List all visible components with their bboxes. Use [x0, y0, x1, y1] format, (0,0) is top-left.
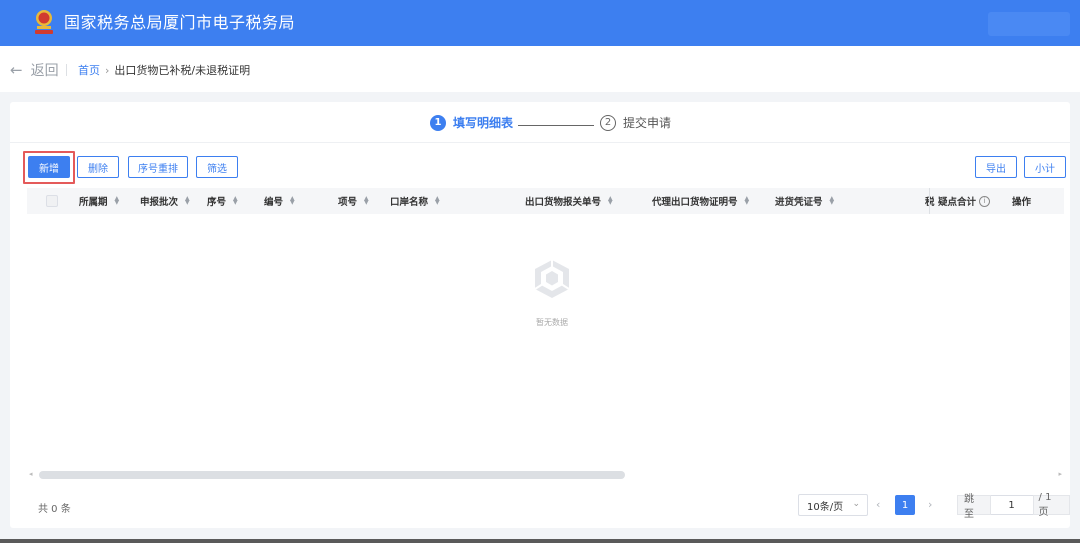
sort-icon[interactable]: ▲ ▼	[608, 196, 613, 206]
delete-button[interactable]: 删除	[77, 156, 119, 178]
step-fill-details: 1 填写明细表	[430, 114, 513, 131]
sort-icon[interactable]: ▲ ▼	[185, 196, 190, 206]
sort-icon[interactable]: ▲ ▼	[290, 196, 295, 206]
empty-box-icon	[534, 260, 570, 298]
site-title: 国家税务总局厦门市电子税务局	[64, 13, 296, 32]
jump-page-input[interactable]	[990, 495, 1033, 515]
subtotal-button[interactable]: 小计	[1024, 156, 1066, 178]
scroll-left-icon[interactable]: ◂	[29, 470, 33, 478]
total-count: 共 0 条	[38, 504, 71, 515]
step-connector	[518, 125, 594, 126]
prev-page-icon[interactable]: ‹	[876, 498, 880, 511]
column-purchase-voucher[interactable]: 进货凭证号 ▲ ▼	[775, 188, 834, 214]
column-item-no[interactable]: 项号 ▲ ▼	[338, 188, 369, 214]
jump-label: 跳至	[957, 494, 991, 520]
step-number: 1	[430, 114, 446, 131]
step-indicator: 1 填写明细表 2 提交申请	[10, 114, 1070, 136]
fixed-column-divider	[929, 188, 930, 214]
column-agency-cert-no[interactable]: 代理出口货物证明号 ▲ ▼	[652, 188, 749, 214]
select-all-checkbox[interactable]	[46, 195, 58, 207]
divider	[10, 142, 1070, 143]
scroll-right-icon[interactable]: ▸	[1058, 470, 1062, 478]
arrow-left-icon: ←	[10, 61, 23, 79]
column-batch[interactable]: 申报批次 ▲ ▼	[140, 188, 190, 214]
user-area[interactable]	[988, 12, 1070, 36]
sort-icon[interactable]: ▲ ▼	[233, 196, 238, 206]
sort-icon[interactable]: ▲ ▼	[364, 196, 369, 206]
scrollbar-thumb[interactable]	[39, 471, 625, 479]
filter-button[interactable]: 筛选	[196, 156, 238, 178]
column-code[interactable]: 编号 ▲ ▼	[264, 188, 295, 214]
step-label: 提交申请	[623, 116, 672, 130]
back-label: 返回	[30, 63, 59, 79]
breadcrumb-separator: ›	[105, 63, 110, 77]
reorder-button[interactable]: 序号重排	[128, 156, 188, 178]
next-page-icon[interactable]: ›	[928, 498, 932, 511]
empty-state-text: 暂无数据	[536, 318, 568, 327]
page-jump: 跳至 / 1 页	[957, 492, 1070, 520]
step-submit: 2 提交申请	[600, 114, 671, 131]
tax-emblem-icon	[35, 10, 53, 34]
page-size-select[interactable]: 10条/页 ⌄	[798, 494, 868, 516]
add-button[interactable]: 新增	[28, 156, 70, 178]
breadcrumb-home-link[interactable]: 首页	[78, 62, 100, 78]
info-icon[interactable]: i	[979, 195, 991, 207]
breadcrumb: 首页 › 出口货物已补税/未退税证明	[78, 62, 250, 78]
top-header: 国家税务总局厦门市电子税务局	[0, 0, 1080, 46]
breadcrumb-current: 出口货物已补税/未退税证明	[114, 64, 251, 77]
sub-navigation: ← 返回 首页 › 出口货物已补税/未退税证明	[0, 46, 1080, 92]
horizontal-scrollbar[interactable]: ◂ ▸	[27, 470, 1064, 480]
back-button[interactable]: ← 返回	[10, 60, 59, 80]
column-port-name[interactable]: 口岸名称 ▲ ▼	[390, 188, 440, 214]
sort-icon[interactable]: ▲ ▼	[435, 196, 440, 206]
page-number-current[interactable]: 1	[895, 495, 915, 515]
nav-divider	[66, 64, 67, 76]
total-pages: / 1 页	[1032, 492, 1070, 518]
column-issue-total: 疑点合计 i	[938, 188, 991, 214]
page-size-value: 10条/页	[807, 501, 844, 513]
column-customs-no[interactable]: 出口货物报关单号 ▲ ▼	[525, 188, 613, 214]
step-label: 填写明细表	[453, 116, 514, 130]
main-card: 1 填写明细表 2 提交申请 新增 删除 序号重排 筛选 导出 小计 所属期 ▲…	[10, 102, 1070, 528]
sort-icon[interactable]: ▲ ▼	[830, 196, 835, 206]
column-period[interactable]: 所属期 ▲ ▼	[79, 188, 119, 214]
bottom-strip	[0, 539, 1080, 543]
sort-icon[interactable]: ▲ ▼	[745, 196, 750, 206]
column-seq[interactable]: 序号 ▲ ▼	[207, 188, 238, 214]
chevron-down-icon: ⌄	[852, 499, 860, 509]
step-number: 2	[600, 114, 616, 131]
column-actions: 操作	[1012, 197, 1032, 208]
export-button[interactable]: 导出	[975, 156, 1017, 178]
sort-icon[interactable]: ▲ ▼	[115, 196, 120, 206]
table-header: 所属期 ▲ ▼ 申报批次 ▲ ▼ 序号 ▲ ▼ 编号 ▲ ▼ 项号 ▲ ▼ 口岸名称 ▲ ▼…	[27, 188, 1064, 214]
